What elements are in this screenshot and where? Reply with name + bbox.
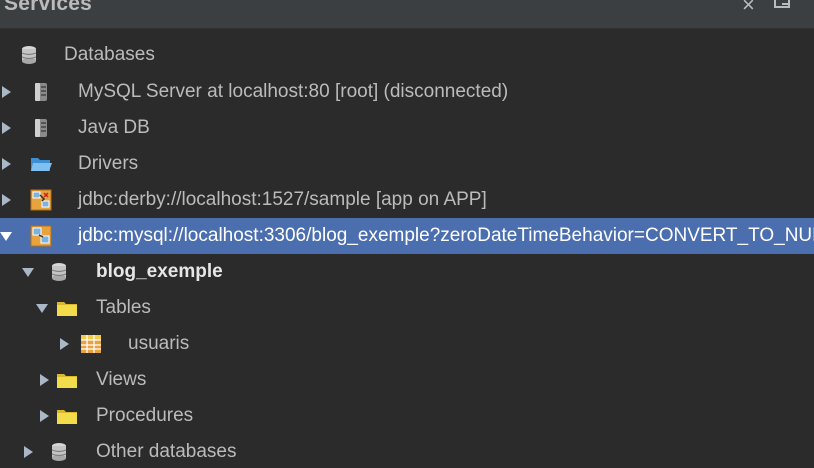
tree-node-schema-blog-exemple[interactable]: blog_exemple — [0, 254, 814, 290]
tree-node-label: blog_exemple — [96, 261, 223, 282]
expand-arrow-icon[interactable] — [40, 410, 49, 422]
collapse-arrow-icon[interactable] — [0, 232, 12, 241]
panel-title: Services — [4, 0, 93, 15]
services-panel: Services × Databases MySQL Server at loc… — [0, 0, 814, 468]
tree-node-label: Tables — [96, 297, 151, 318]
tree-node-drivers[interactable]: Drivers — [0, 146, 814, 182]
database-icon — [48, 441, 70, 463]
tree-node-procedures[interactable]: Procedures — [0, 398, 814, 434]
tree-node-label: Procedures — [96, 405, 194, 426]
panel-header: Services × — [0, 0, 814, 29]
tree-node-label: Other databases — [96, 441, 237, 462]
broken-connection-icon — [30, 189, 52, 211]
expand-arrow-icon[interactable] — [24, 446, 33, 458]
folder-icon — [56, 297, 78, 319]
tree-node-label: jdbc:mysql://localhost:3306/blog_exemple… — [78, 225, 814, 246]
tree-node-java-db[interactable]: Java DB — [0, 110, 814, 146]
close-icon[interactable]: × — [742, 0, 755, 14]
tree-node-derby-connection[interactable]: jdbc:derby://localhost:1527/sample [app … — [0, 182, 814, 218]
expand-arrow-icon[interactable] — [2, 86, 11, 98]
expand-arrow-icon[interactable] — [40, 374, 49, 386]
tree-node-label: Views — [96, 369, 147, 390]
expand-arrow-icon[interactable] — [2, 158, 11, 170]
server-icon — [30, 81, 52, 103]
tree-node-label: Databases — [64, 44, 155, 65]
tree-node-label: Java DB — [78, 117, 150, 138]
expand-arrow-icon[interactable] — [2, 194, 11, 206]
tree-node-label: usuaris — [128, 333, 190, 354]
tree-node-mysql-server[interactable]: MySQL Server at localhost:80 [root] (dis… — [0, 74, 814, 110]
tree-node-label: MySQL Server at localhost:80 [root] (dis… — [78, 81, 509, 102]
tree-node-tables[interactable]: Tables — [0, 290, 814, 326]
connection-icon — [30, 225, 52, 247]
expand-arrow-icon[interactable] — [60, 338, 69, 350]
tree-node-label: Drivers — [78, 153, 139, 174]
open-folder-icon — [30, 153, 52, 175]
expand-arrow-icon[interactable] — [2, 122, 11, 134]
tree-node-table-usuaris[interactable]: usuaris — [0, 326, 814, 362]
restore-window-icon[interactable] — [774, 0, 790, 8]
server-icon — [30, 117, 52, 139]
tree-node-databases[interactable]: Databases — [0, 38, 814, 74]
tree-node-other-databases[interactable]: Other databases — [0, 434, 814, 468]
table-icon — [80, 333, 102, 355]
folder-icon — [56, 405, 78, 427]
tree-node-mysql-connection[interactable]: jdbc:mysql://localhost:3306/blog_exemple… — [0, 218, 814, 254]
tree-node-views[interactable]: Views — [0, 362, 814, 398]
services-tree: Databases MySQL Server at localhost:80 [… — [0, 38, 814, 468]
collapse-arrow-icon[interactable] — [22, 268, 34, 277]
database-icon — [48, 261, 70, 283]
collapse-arrow-icon[interactable] — [36, 304, 48, 313]
tree-node-label: jdbc:derby://localhost:1527/sample [app … — [78, 189, 487, 210]
database-icon — [18, 44, 40, 66]
folder-icon — [56, 369, 78, 391]
